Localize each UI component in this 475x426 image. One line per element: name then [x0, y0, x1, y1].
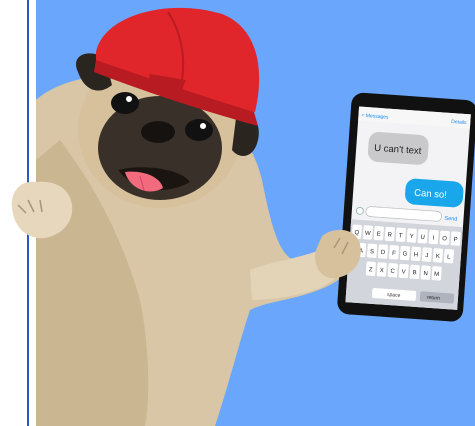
- key-label: N: [423, 271, 428, 277]
- key-label: M: [434, 272, 439, 278]
- key-label: E: [376, 232, 380, 238]
- phone: < Messages Details U can't text Can so! …: [337, 92, 475, 322]
- key-label: P: [453, 237, 457, 243]
- key-label: K: [436, 254, 440, 260]
- key-label: J: [425, 253, 428, 259]
- details-link[interactable]: Details: [451, 119, 467, 126]
- key-label: S: [370, 249, 374, 255]
- key-label: O: [442, 236, 447, 242]
- send-button[interactable]: Send: [444, 216, 457, 223]
- key-label: G: [402, 251, 407, 257]
- camera-icon[interactable]: [355, 206, 364, 215]
- key-label: U: [420, 235, 425, 241]
- key-label: B: [412, 270, 416, 276]
- pug-illustration: < Messages Details U can't text Can so! …: [11, 7, 475, 426]
- key-label: Y: [409, 234, 413, 240]
- return-key-label: return: [427, 295, 441, 302]
- key-label: W: [365, 231, 371, 237]
- illustration: < Messages Details U can't text Can so! …: [0, 0, 475, 426]
- key-label: V: [401, 269, 405, 275]
- outgoing-message-text: Can so!: [414, 188, 447, 201]
- key-label: H: [413, 252, 418, 258]
- key-label: X: [379, 268, 383, 274]
- space-key-label: space: [387, 292, 401, 299]
